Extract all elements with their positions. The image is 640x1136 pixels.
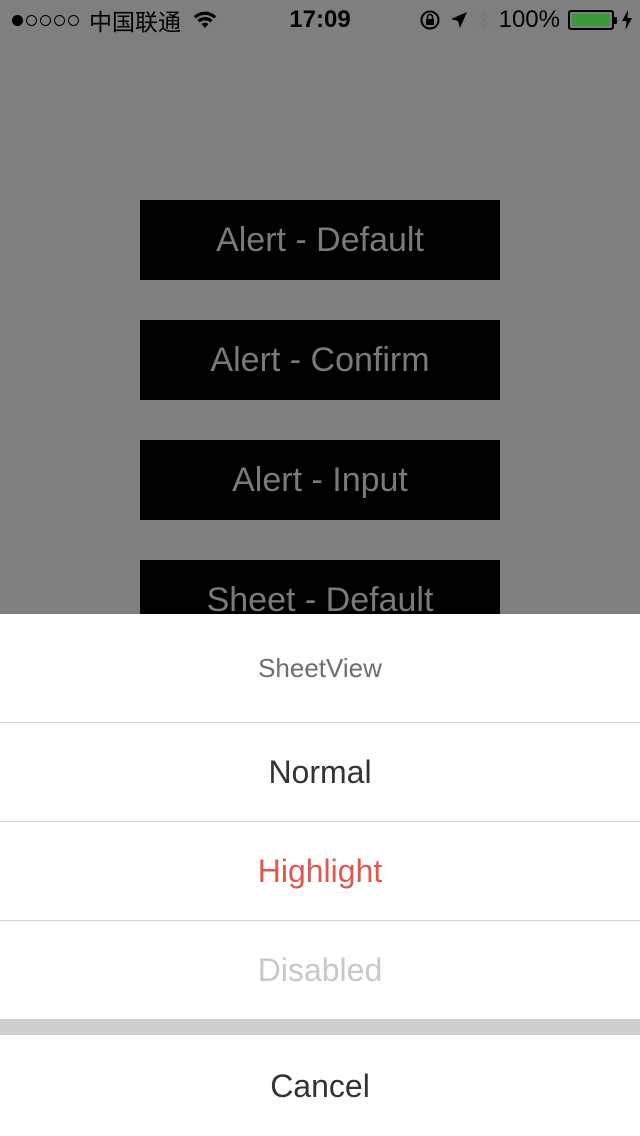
action-sheet: SheetView Normal Highlight Disabled Canc… <box>0 614 640 1136</box>
action-sheet-title: SheetView <box>0 614 640 723</box>
sheet-item-highlight[interactable]: Highlight <box>0 822 640 921</box>
sheet-item-disabled: Disabled <box>0 921 640 1019</box>
sheet-item-normal[interactable]: Normal <box>0 723 640 822</box>
battery-percentage: 100% <box>498 6 560 33</box>
action-sheet-group: SheetView Normal Highlight Disabled <box>0 614 640 1019</box>
cancel-button[interactable]: Cancel <box>0 1035 640 1136</box>
battery-icon <box>568 10 617 30</box>
alert-input-button[interactable]: Alert - Input <box>140 440 500 520</box>
status-bar: 中国联通 17:09 100% <box>0 0 640 40</box>
rotation-lock-icon <box>420 10 440 30</box>
battery-fill <box>572 14 610 26</box>
location-icon <box>450 12 467 28</box>
alert-default-button[interactable]: Alert - Default <box>140 200 500 280</box>
alert-confirm-button[interactable]: Alert - Confirm <box>140 320 500 400</box>
sheet-separator <box>0 1019 640 1035</box>
status-right: 100% <box>419 6 632 34</box>
charging-icon <box>622 10 632 30</box>
screen: 中国联通 17:09 100% Alert - Default Alert - … <box>0 0 640 1136</box>
bluetooth-icon <box>477 9 489 31</box>
